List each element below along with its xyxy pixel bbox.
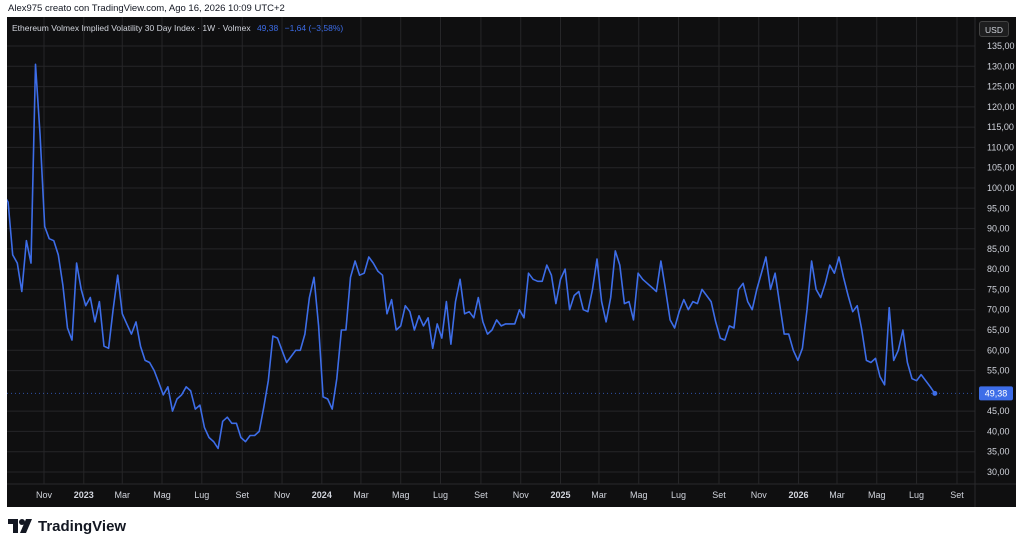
y-tick-label: 120,00 (987, 102, 1015, 112)
chart-legend[interactable]: Ethereum Volmex Implied Volatility 30 Da… (12, 23, 343, 33)
legend-change: −1,64 (−3,58%) (284, 23, 344, 33)
x-tick-label: Lug (433, 490, 448, 500)
y-tick-label: 110,00 (987, 142, 1014, 152)
y-tick-label: 90,00 (987, 224, 1010, 234)
x-tick-label: Mar (115, 490, 131, 500)
x-tick-label: 2025 (550, 490, 570, 500)
volatility-series-line (7, 63, 936, 450)
x-tick-label: Mag (630, 490, 648, 500)
legend-value: 49,38 (256, 23, 279, 33)
x-tick-label: Set (235, 490, 249, 500)
x-tick-label: Nov (274, 490, 291, 500)
y-tick-label: 125,00 (987, 82, 1015, 92)
tradingview-logo[interactable]: TradingView (8, 516, 126, 536)
y-tick-label: 30,00 (987, 467, 1010, 477)
x-tick-label: 2024 (312, 490, 332, 500)
y-tick-label: 35,00 (987, 447, 1010, 457)
x-tick-label: Mar (353, 490, 369, 500)
last-value-label: 49,38 (985, 388, 1008, 398)
x-tick-label: Nov (751, 490, 768, 500)
currency-badge[interactable]: USD (979, 21, 1009, 37)
legend-title: Ethereum Volmex Implied Volatility 30 Da… (12, 23, 251, 33)
x-tick-label: Mag (868, 490, 886, 500)
tradingview-logo-text: TradingView (38, 517, 127, 535)
x-tick-label: Set (950, 490, 964, 500)
last-point-marker (932, 390, 938, 396)
chart-frame[interactable]: Nov 2023 Mar Mag Lug Set Nov 2024 Mar Mag Lug Set No… (7, 17, 1016, 507)
y-tick-label: 95,00 (987, 203, 1010, 213)
x-tick-label: Lug (909, 490, 924, 500)
x-tick-label: Mar (829, 490, 845, 500)
x-axis-labels: Nov 2023 Mar Mag Lug Set Nov 2024 Mar Mag Lug Set No… (36, 490, 964, 500)
y-tick-label: 55,00 (987, 366, 1010, 376)
chart-canvas[interactable]: Nov 2023 Mar Mag Lug Set Nov 2024 Mar Mag Lug Set No… (7, 17, 1016, 507)
x-tick-label: Set (712, 490, 726, 500)
y-axis-labels: 30,00 35,00 40,00 45,00 55,00 60,00 65,00 70,00… (987, 41, 1015, 477)
y-tick-label: 65,00 (987, 325, 1010, 335)
x-tick-label: Lug (671, 490, 686, 500)
x-tick-label: 2023 (74, 490, 94, 500)
last-value-layer: 49,38 (7, 386, 1013, 401)
x-tick-label: Mag (153, 490, 171, 500)
grid-layer (7, 17, 1016, 507)
tradingview-logo-icon (8, 519, 32, 533)
x-tick-label: 2026 (789, 490, 809, 500)
y-tick-label: 75,00 (987, 284, 1010, 294)
x-tick-label: Nov (36, 490, 53, 500)
y-tick-label: 100,00 (987, 183, 1015, 193)
y-tick-label: 45,00 (987, 406, 1010, 416)
x-tick-label: Mar (591, 490, 607, 500)
x-tick-label: Lug (194, 490, 209, 500)
y-tick-label: 135,00 (987, 41, 1015, 51)
y-tick-label: 60,00 (987, 345, 1010, 355)
y-tick-label: 130,00 (987, 61, 1015, 71)
x-tick-label: Mag (392, 490, 410, 500)
y-tick-label: 40,00 (987, 426, 1010, 436)
y-tick-label: 80,00 (987, 264, 1010, 274)
y-tick-label: 70,00 (987, 305, 1010, 315)
series-layer (7, 63, 936, 450)
x-tick-label: Nov (513, 490, 530, 500)
x-tick-label: Set (474, 490, 488, 500)
top-caption: Alex975 creato con TradingView.com, Ago … (8, 3, 285, 14)
y-tick-label: 85,00 (987, 244, 1010, 254)
y-tick-label: 105,00 (987, 163, 1015, 173)
y-tick-label: 115,00 (987, 122, 1014, 132)
